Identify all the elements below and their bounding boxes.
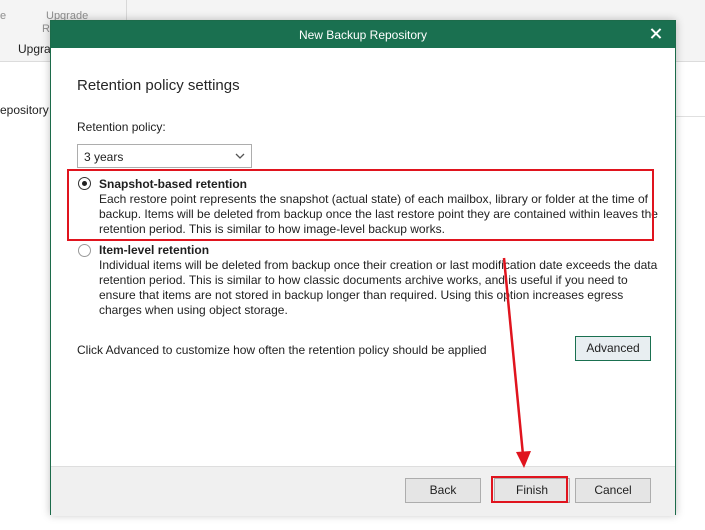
page-title: Retention policy settings: [77, 77, 240, 94]
dialog-title: New Backup Repository: [298, 28, 428, 42]
close-icon[interactable]: [647, 25, 665, 43]
new-backup-repository-dialog: New Backup Repository Retention policy s…: [50, 20, 676, 516]
ribbon-left-fragment: e: [0, 10, 7, 22]
retention-policy-value: 3 years: [84, 150, 124, 164]
item-level-retention-title[interactable]: Item-level retention: [99, 243, 209, 257]
background-divider: [676, 103, 705, 117]
sidebar-item-repository[interactable]: epository: [0, 103, 49, 117]
chevron-down-icon: [235, 153, 245, 159]
cancel-button[interactable]: Cancel: [575, 478, 651, 503]
ribbon-upgrade-label-2: R: [42, 23, 50, 35]
item-level-retention-description: Individual items will be deleted from ba…: [99, 258, 658, 317]
back-button[interactable]: Back: [405, 478, 481, 503]
retention-policy-label: Retention policy:: [77, 120, 166, 134]
advanced-button[interactable]: Advanced: [575, 336, 651, 361]
dialog-titlebar[interactable]: New Backup Repository: [51, 21, 675, 48]
snapshot-highlight-box: [67, 169, 654, 241]
finish-highlight-box: [491, 476, 568, 503]
retention-policy-select[interactable]: 3 years: [77, 144, 252, 168]
advanced-hint: Click Advanced to customize how often th…: [77, 343, 487, 357]
ribbon-group-label: Upgra: [18, 42, 51, 56]
item-level-retention-radio[interactable]: [78, 244, 91, 257]
